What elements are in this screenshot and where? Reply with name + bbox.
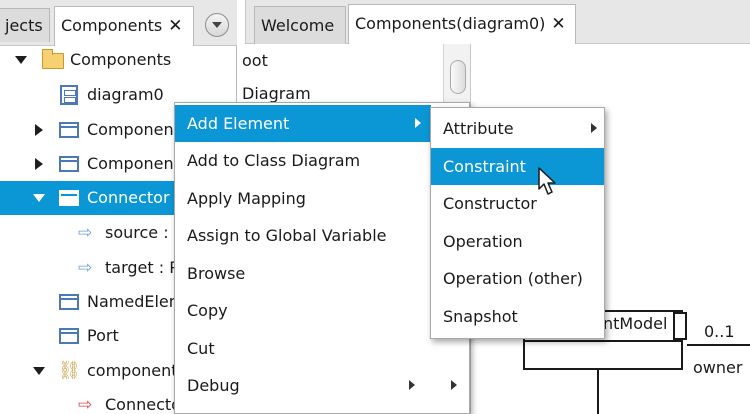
outline-root-label: oot bbox=[242, 51, 268, 70]
class-icon bbox=[59, 190, 79, 206]
menu-item-label: Cut bbox=[187, 339, 215, 358]
menu-item-label: Operation (other) bbox=[443, 269, 583, 288]
tab-welcome[interactable]: Welcome bbox=[254, 6, 346, 44]
menu-item-label: Add to Class Diagram bbox=[187, 151, 361, 170]
left-tab-bar: jects Components ✕ bbox=[0, 0, 237, 46]
tab-projects-label: jects bbox=[5, 16, 43, 35]
menu-item-label: Browse bbox=[187, 264, 246, 283]
menu-item-label: Debug bbox=[187, 376, 240, 395]
port-arrow-icon: ⇨ bbox=[78, 258, 93, 278]
menu-item-label: Constraint bbox=[443, 157, 526, 176]
submenu-item-operation[interactable]: Operation bbox=[431, 223, 604, 260]
collapse-arrow-icon[interactable] bbox=[33, 194, 45, 202]
submenu-item-snapshot[interactable]: Snapshot bbox=[431, 298, 604, 335]
menu-item-add-to-class-diagram[interactable]: Add to Class Diagram bbox=[175, 142, 431, 179]
class-icon bbox=[59, 328, 79, 344]
menu-item-apply-mapping[interactable]: Apply Mapping bbox=[175, 180, 431, 217]
tree-item-label: Port bbox=[87, 326, 119, 345]
tree-item-label: Components bbox=[70, 50, 172, 69]
tab-components-diagram[interactable]: Components(diagram0) ✕ bbox=[348, 4, 576, 44]
menu-item-label: Attribute bbox=[443, 119, 514, 138]
menu-item-label: Constructor bbox=[443, 194, 537, 213]
submenu-arrow-icon bbox=[591, 123, 597, 133]
menu-item-label: Operation bbox=[443, 232, 523, 251]
scrollbar-thumb[interactable] bbox=[450, 60, 466, 94]
submenu-item-attribute[interactable]: Attribute bbox=[431, 110, 604, 147]
submenu-item-constraint[interactable]: Constraint bbox=[431, 148, 604, 185]
association-line-vertical[interactable] bbox=[597, 370, 599, 414]
tree-item-label: Componen bbox=[87, 120, 174, 139]
submenu-item-constructor[interactable]: Constructor bbox=[431, 185, 604, 222]
submenu-item-operation-other[interactable]: Operation (other) bbox=[431, 260, 604, 297]
association-multiplicity: 0..1 bbox=[704, 322, 735, 341]
mouse-cursor-icon bbox=[538, 167, 556, 195]
diagram-icon bbox=[60, 85, 78, 105]
close-icon[interactable]: ✕ bbox=[551, 14, 565, 34]
menu-item-add-element[interactable]: Add Element bbox=[175, 105, 431, 142]
outline-diagram-label: Diagram bbox=[242, 84, 311, 103]
menu-item-cut[interactable]: Cut bbox=[175, 330, 431, 367]
menu-item-copy[interactable]: Copy bbox=[175, 292, 431, 329]
uml-class-compartment bbox=[673, 312, 687, 340]
tree-item-label: Componen bbox=[87, 154, 174, 173]
menu-item-label: Snapshot bbox=[443, 307, 518, 326]
association-role: owner bbox=[693, 358, 743, 377]
tab-components-label: Components bbox=[61, 16, 163, 35]
class-icon bbox=[59, 156, 79, 172]
expand-arrow-icon[interactable] bbox=[35, 158, 43, 170]
association-line[interactable] bbox=[687, 344, 750, 346]
port-arrow-red-icon: ⇨ bbox=[78, 395, 93, 414]
menu-item-assign-global-variable[interactable]: Assign to Global Variable bbox=[175, 217, 431, 254]
tree-item-label: NamedElen bbox=[87, 292, 179, 311]
menu-item-browse[interactable]: Browse bbox=[175, 255, 431, 292]
editor-tab-bar: Welcome Components(diagram0) ✕ bbox=[245, 0, 750, 44]
tree-item-label: component bbox=[87, 361, 178, 380]
close-icon[interactable]: ✕ bbox=[168, 16, 182, 36]
menu-item-label: Add Element bbox=[187, 114, 290, 133]
tab-welcome-label: Welcome bbox=[261, 16, 335, 35]
tree-item-label: target : P bbox=[105, 258, 179, 277]
expand-arrow-icon[interactable] bbox=[15, 56, 27, 64]
submenu-arrow-icon bbox=[409, 380, 415, 390]
menu-item-label: Assign to Global Variable bbox=[187, 226, 387, 245]
menu-item-label: Apply Mapping bbox=[187, 189, 306, 208]
submenu-arrow-icon bbox=[451, 380, 457, 390]
tab-components[interactable]: Components ✕ bbox=[54, 6, 194, 46]
submenu-arrow-icon bbox=[415, 118, 421, 128]
tree-item-label: diagram0 bbox=[87, 85, 164, 104]
uml-class-name: ntModel bbox=[603, 314, 668, 333]
tab-components-diagram-label: Components(diagram0) bbox=[355, 14, 546, 33]
class-icon bbox=[59, 122, 79, 138]
tree-item-label: Connector bbox=[87, 188, 170, 207]
tree-item-components-folder[interactable]: Components bbox=[0, 46, 236, 77]
menu-item-debug[interactable]: Debug bbox=[175, 367, 471, 404]
folder-icon bbox=[42, 49, 64, 69]
expand-arrow-icon[interactable] bbox=[35, 124, 43, 136]
add-element-submenu: Attribute Constraint Constructor Operati… bbox=[430, 107, 605, 339]
tree-item-label: Connecto bbox=[105, 395, 181, 414]
tab-projects[interactable]: jects bbox=[0, 8, 50, 42]
tab-list-dropdown-button[interactable] bbox=[205, 13, 229, 37]
association-icon: ⛓ bbox=[58, 360, 81, 381]
tree-item-label: source : l bbox=[105, 223, 179, 242]
class-icon bbox=[59, 294, 79, 310]
menu-item-label: Copy bbox=[187, 301, 228, 320]
port-arrow-icon: ⇨ bbox=[78, 223, 93, 243]
context-menu: Add Element Add to Class Diagram Apply M… bbox=[174, 102, 470, 414]
expand-arrow-icon[interactable] bbox=[33, 367, 45, 375]
